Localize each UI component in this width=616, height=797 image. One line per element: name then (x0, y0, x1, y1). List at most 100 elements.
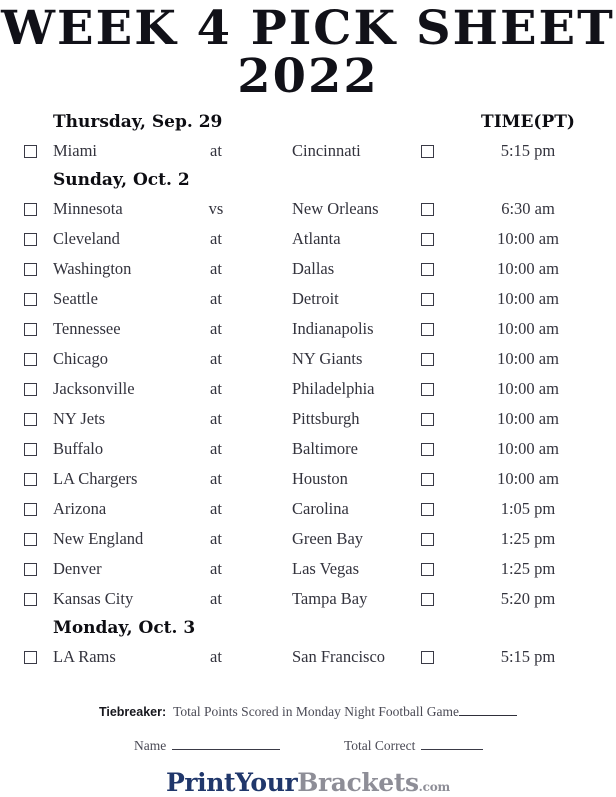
matchup-separator: at (210, 589, 222, 609)
home-team-checkbox[interactable] (421, 593, 434, 607)
matchup-separator: at (210, 141, 222, 161)
matchup-separator: vs (208, 199, 224, 219)
away-team-checkbox[interactable] (24, 383, 37, 397)
game-row: New England at Green Bay 1:25 pm (0, 526, 616, 556)
away-team-checkbox[interactable] (24, 293, 37, 307)
home-team-checkbox[interactable] (421, 203, 434, 217)
home-team-checkbox[interactable] (421, 503, 434, 517)
tiebreaker-text: Total Points Scored in Monday Night Foot… (173, 704, 460, 719)
home-team-checkbox[interactable] (421, 323, 434, 337)
away-team-checkbox[interactable] (24, 563, 37, 577)
away-team-checkbox[interactable] (24, 413, 37, 427)
away-team-checkbox[interactable] (24, 203, 37, 217)
away-team-checkbox[interactable] (24, 533, 37, 547)
game-time: 10:00 am (497, 259, 559, 279)
game-row: Kansas City at Tampa Bay 5:20 pm (0, 586, 616, 616)
home-team-label: Houston (292, 469, 348, 489)
name-input-blank[interactable] (172, 738, 281, 750)
home-team-label: Pittsburgh (292, 409, 360, 429)
day-heading-row: Monday, Oct. 3 (0, 616, 616, 644)
matchup-separator: at (210, 289, 222, 309)
name-label: Name (134, 738, 167, 753)
home-team-checkbox[interactable] (421, 533, 434, 547)
game-time: 1:25 pm (500, 529, 556, 549)
day-heading-row: Thursday, Sep. 29 TIME(PT) (0, 110, 616, 138)
game-time: 1:25 pm (500, 559, 556, 579)
away-team-label: LA Chargers (53, 469, 138, 489)
page-title-line-2: 2022 (237, 49, 379, 105)
game-row: Jacksonville at Philadelphia 10:00 am (0, 376, 616, 406)
away-team-label: Washington (53, 259, 132, 279)
game-time: 1:05 pm (500, 499, 556, 519)
game-row: LA Chargers at Houston 10:00 am (0, 466, 616, 496)
home-team-checkbox[interactable] (421, 651, 434, 665)
home-team-label: Green Bay (292, 529, 364, 549)
away-team-label: Seattle (53, 289, 98, 309)
matchup-separator: at (210, 229, 222, 249)
total-correct-field-group: Total Correct (344, 738, 484, 754)
game-time: 10:00 am (497, 469, 559, 489)
away-team-label: Denver (53, 559, 102, 579)
away-team-checkbox[interactable] (24, 145, 37, 159)
day-heading: Thursday, Sep. 29 (53, 112, 223, 133)
matchup-separator: at (210, 559, 222, 579)
matchup-separator: at (210, 379, 222, 399)
tiebreaker-input-blank[interactable] (459, 704, 518, 716)
home-team-label: Detroit (292, 289, 339, 309)
home-team-checkbox[interactable] (421, 263, 434, 277)
away-team-checkbox[interactable] (24, 353, 37, 367)
home-team-checkbox[interactable] (421, 233, 434, 247)
away-team-label: Buffalo (53, 439, 104, 459)
away-team-label: Chicago (53, 349, 108, 369)
day-heading: Sunday, Oct. 2 (53, 170, 190, 191)
matchup-separator: at (210, 529, 222, 549)
total-correct-input-blank[interactable] (421, 738, 484, 750)
game-row: NY Jets at Pittsburgh 10:00 am (0, 406, 616, 436)
away-team-checkbox[interactable] (24, 323, 37, 337)
pick-sheet: Thursday, Sep. 29 TIME(PT) Miami at Cincinna… (0, 110, 616, 674)
game-time: 10:00 am (497, 229, 559, 249)
home-team-checkbox[interactable] (421, 145, 434, 159)
logo-text-brackets: Brackets (297, 768, 419, 797)
site-logo[interactable]: PrintYourBrackets.com (0, 768, 616, 797)
away-team-checkbox[interactable] (24, 443, 37, 457)
home-team-label: Philadelphia (292, 379, 375, 399)
home-team-label: NY Giants (292, 349, 363, 369)
away-team-checkbox[interactable] (24, 593, 37, 607)
home-team-label: Carolina (292, 499, 349, 519)
game-row: Chicago at NY Giants 10:00 am (0, 346, 616, 376)
home-team-checkbox[interactable] (421, 473, 434, 487)
matchup-separator: at (210, 647, 222, 667)
away-team-checkbox[interactable] (24, 651, 37, 665)
home-team-checkbox[interactable] (421, 443, 434, 457)
matchup-separator: at (210, 319, 222, 339)
home-team-label: Dallas (292, 259, 335, 279)
logo-text-dotcom: .com (418, 780, 451, 794)
home-team-label: Las Vegas (292, 559, 360, 579)
game-time: 5:15 pm (500, 141, 556, 161)
game-row: Minnesota vs New Orleans 6:30 am (0, 196, 616, 226)
away-team-checkbox[interactable] (24, 503, 37, 517)
game-row: LA Rams at San Francisco 5:15 pm (0, 644, 616, 674)
away-team-checkbox[interactable] (24, 473, 37, 487)
home-team-checkbox[interactable] (421, 563, 434, 577)
home-team-checkbox[interactable] (421, 353, 434, 367)
game-row: Seattle at Detroit 10:00 am (0, 286, 616, 316)
tiebreaker-label: Tiebreaker: (98, 705, 167, 719)
home-team-checkbox[interactable] (421, 293, 434, 307)
away-team-label: Tennessee (53, 319, 121, 339)
home-team-checkbox[interactable] (421, 413, 434, 427)
away-team-checkbox[interactable] (24, 233, 37, 247)
matchup-separator: at (210, 259, 222, 279)
away-team-checkbox[interactable] (24, 263, 37, 277)
away-team-label: Arizona (53, 499, 107, 519)
away-team-label: Minnesota (53, 199, 123, 219)
game-time: 10:00 am (497, 439, 559, 459)
away-team-label: NY Jets (53, 409, 106, 429)
game-row: Buffalo at Baltimore 10:00 am (0, 436, 616, 466)
logo-text-print-your: PrintYour (165, 768, 298, 797)
game-row: Tennessee at Indianapolis 10:00 am (0, 316, 616, 346)
matchup-separator: at (210, 499, 222, 519)
home-team-checkbox[interactable] (421, 383, 434, 397)
matchup-separator: at (210, 349, 222, 369)
